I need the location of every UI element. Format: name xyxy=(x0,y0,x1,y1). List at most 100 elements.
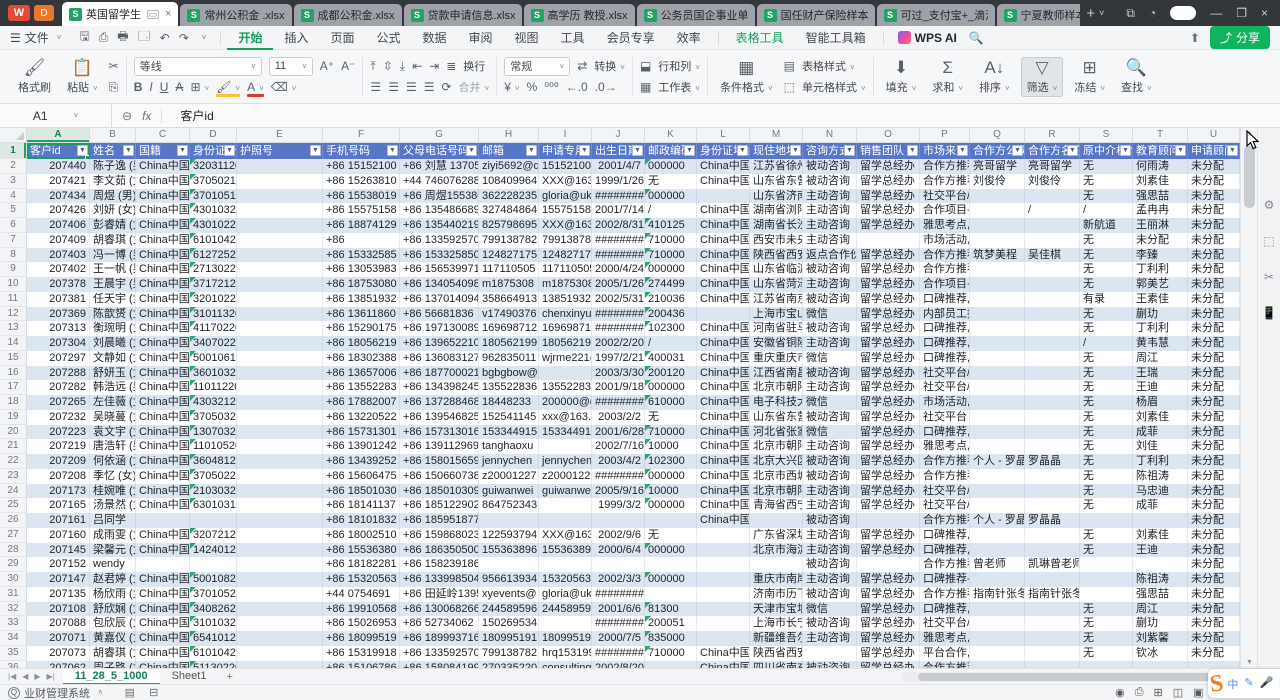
cell-U18[interactable]: 未分配 xyxy=(1188,395,1240,410)
font-name-select[interactable]: 等线˅ xyxy=(134,57,262,76)
filter-dropdown-icon[interactable]: ▼ xyxy=(790,145,801,156)
cell-Q20[interactable] xyxy=(970,425,1025,440)
cell-F20[interactable]: +86 15731301 xyxy=(323,425,400,440)
cell-O23[interactable]: 留学总经办 xyxy=(857,469,920,484)
cell-O21[interactable]: 留学总经办 xyxy=(857,439,920,454)
cell-R24[interactable] xyxy=(1025,484,1080,499)
cell-L27[interactable] xyxy=(697,528,750,543)
cell-P31[interactable]: 合作方推荐 xyxy=(920,587,970,602)
close-tab-icon[interactable]: × xyxy=(165,8,171,20)
column-header-S[interactable]: S xyxy=(1080,128,1133,142)
cell-H34[interactable]: 180995191 xyxy=(479,631,539,646)
cell-L32[interactable] xyxy=(697,602,750,617)
cell-F26[interactable]: +86 18101832 xyxy=(323,513,400,528)
row-number[interactable]: 2 xyxy=(0,159,27,174)
cell-O33[interactable]: 留学总经办 xyxy=(857,616,920,631)
cell-D4[interactable]: 370105199411221118 xyxy=(190,189,237,204)
cell-F14[interactable]: +86 18056219 xyxy=(323,336,400,351)
cell-F29[interactable]: +86 18182281 xyxy=(323,557,400,572)
cell-T5[interactable]: 孟冉冉 xyxy=(1133,203,1188,218)
row-number[interactable]: 22 xyxy=(0,454,27,469)
cell-L17[interactable]: China中国 xyxy=(697,380,750,395)
cell-K19[interactable]: 无 xyxy=(645,410,697,425)
cell-D2[interactable]: 320311200104077915 xyxy=(190,159,237,174)
cell-L19[interactable]: China中国 xyxy=(697,410,750,425)
cell-O30[interactable]: 留学总经办 xyxy=(857,572,920,587)
cell-I7[interactable]: 799138782 xyxy=(539,233,592,248)
row-number[interactable]: 26 xyxy=(0,513,27,528)
cell-style-button[interactable]: 单元格样式˅ xyxy=(802,79,866,95)
row-number[interactable]: 25 xyxy=(0,498,27,513)
cell-G29[interactable]: +86 15823918663 xyxy=(400,557,479,572)
worksheet-button[interactable]: 工作表˅ xyxy=(658,79,700,95)
cell-Q35[interactable] xyxy=(970,646,1025,661)
ime-mic-icon[interactable]: 🎤 xyxy=(1260,676,1274,692)
cell-D33[interactable]: 310103200212255069 xyxy=(190,616,237,631)
cell-E23[interactable] xyxy=(237,469,323,484)
cell-B14[interactable]: 刘晨曦 (女 xyxy=(90,336,136,351)
document-tab[interactable]: S可过_支付宝+_滴滴 xyxy=(877,4,995,26)
column-header-I[interactable]: I xyxy=(539,128,592,142)
cell-F27[interactable]: +86 18002510 xyxy=(323,528,400,543)
cell-B10[interactable]: 王晨宇 (男 xyxy=(90,277,136,292)
cell-T33[interactable]: 蒯玏 xyxy=(1133,616,1188,631)
cell-N13[interactable]: 被动咨询 xyxy=(803,321,857,336)
cell-S36[interactable] xyxy=(1080,661,1133,669)
cell-E5[interactable] xyxy=(237,203,323,218)
row-number[interactable]: 3 xyxy=(0,174,27,189)
cell-R20[interactable] xyxy=(1025,425,1080,440)
cell-J33[interactable]: ######## xyxy=(592,616,645,631)
column-header-H[interactable]: H xyxy=(479,128,539,142)
cell-N19[interactable]: 被动咨询 xyxy=(803,410,857,425)
cell-N7[interactable]: 主动咨询 xyxy=(803,233,857,248)
cell-J4[interactable]: ######## xyxy=(592,189,645,204)
cell-P11[interactable]: 口碑推荐,转 xyxy=(920,292,970,307)
cell-G30[interactable]: +86 13399850473 xyxy=(400,572,479,587)
cell-K14[interactable]: / xyxy=(645,336,697,351)
cell-L3[interactable]: China中国 xyxy=(697,174,750,189)
cell-C31[interactable]: China中国 xyxy=(136,587,190,602)
cell-F12[interactable]: +86 13611860 xyxy=(323,307,400,322)
cell-S33[interactable]: 无 xyxy=(1080,616,1133,631)
cell-E36[interactable] xyxy=(237,661,323,669)
cell-A16[interactable]: 207288 xyxy=(27,366,90,381)
cell-Q22[interactable]: 个人 - 罗晶 xyxy=(970,454,1025,469)
cell-R32[interactable] xyxy=(1025,602,1080,617)
cell-T9[interactable]: 丁利利 xyxy=(1133,262,1188,277)
cell-Q3[interactable]: 刘俊伶 xyxy=(970,174,1025,189)
cell-U30[interactable]: 未分配 xyxy=(1188,572,1240,587)
column-header-F[interactable]: F xyxy=(323,128,400,142)
cell-O14[interactable]: 留学总经办 xyxy=(857,336,920,351)
cell-T28[interactable]: 王迪 xyxy=(1133,543,1188,558)
page-layout-icon[interactable]: ◫ xyxy=(1173,686,1183,699)
cell-G19[interactable]: +86 13954682511 xyxy=(400,410,479,425)
cell-M32[interactable]: 天津市宝坻 xyxy=(750,602,803,617)
cell-N6[interactable]: 主动咨询 xyxy=(803,218,857,233)
cell-O24[interactable]: 留学总经办 xyxy=(857,484,920,499)
cell-C20[interactable]: China中国 xyxy=(136,425,190,440)
filter-dropdown-icon[interactable]: ▼ xyxy=(310,145,321,156)
cell-M5[interactable]: 湖南省浏阳 xyxy=(750,203,803,218)
cell-A13[interactable]: 207313 xyxy=(27,321,90,336)
cell-A26[interactable]: 207161 xyxy=(27,513,90,528)
cell-C25[interactable]: China中国 xyxy=(136,498,190,513)
align-bottom-icon[interactable]: ⤓ xyxy=(400,59,405,74)
cell-M23[interactable]: 北京市西城 xyxy=(750,469,803,484)
row-number[interactable]: 12 xyxy=(0,307,27,322)
cell-U19[interactable]: 未分配 xyxy=(1188,410,1240,425)
wrap-button[interactable]: 换行 xyxy=(463,58,485,74)
cell-A12[interactable]: 207369 xyxy=(27,307,90,322)
cell-T3[interactable]: 刘素佳 xyxy=(1133,174,1188,189)
cell-P27[interactable]: 口碑推荐,转 xyxy=(920,528,970,543)
cell-B11[interactable]: 任天宇 (女 xyxy=(90,292,136,307)
cell-I24[interactable]: guiwanwei xyxy=(539,484,592,499)
cell-R34[interactable] xyxy=(1025,631,1080,646)
cell-G20[interactable]: +86 15731301691 xyxy=(400,425,479,440)
cell-B32[interactable]: 舒欣娴 (女 xyxy=(90,602,136,617)
cell-H18[interactable]: 18448233 xyxy=(479,395,539,410)
cell-S8[interactable]: 无 xyxy=(1080,248,1133,263)
cell-P4[interactable]: 社交平台/ xyxy=(920,189,970,204)
cell-F5[interactable]: +86 15575158 xyxy=(323,203,400,218)
cell-G22[interactable]: +86 15801565911 xyxy=(400,454,479,469)
minimize-button[interactable]: — xyxy=(1210,6,1222,20)
